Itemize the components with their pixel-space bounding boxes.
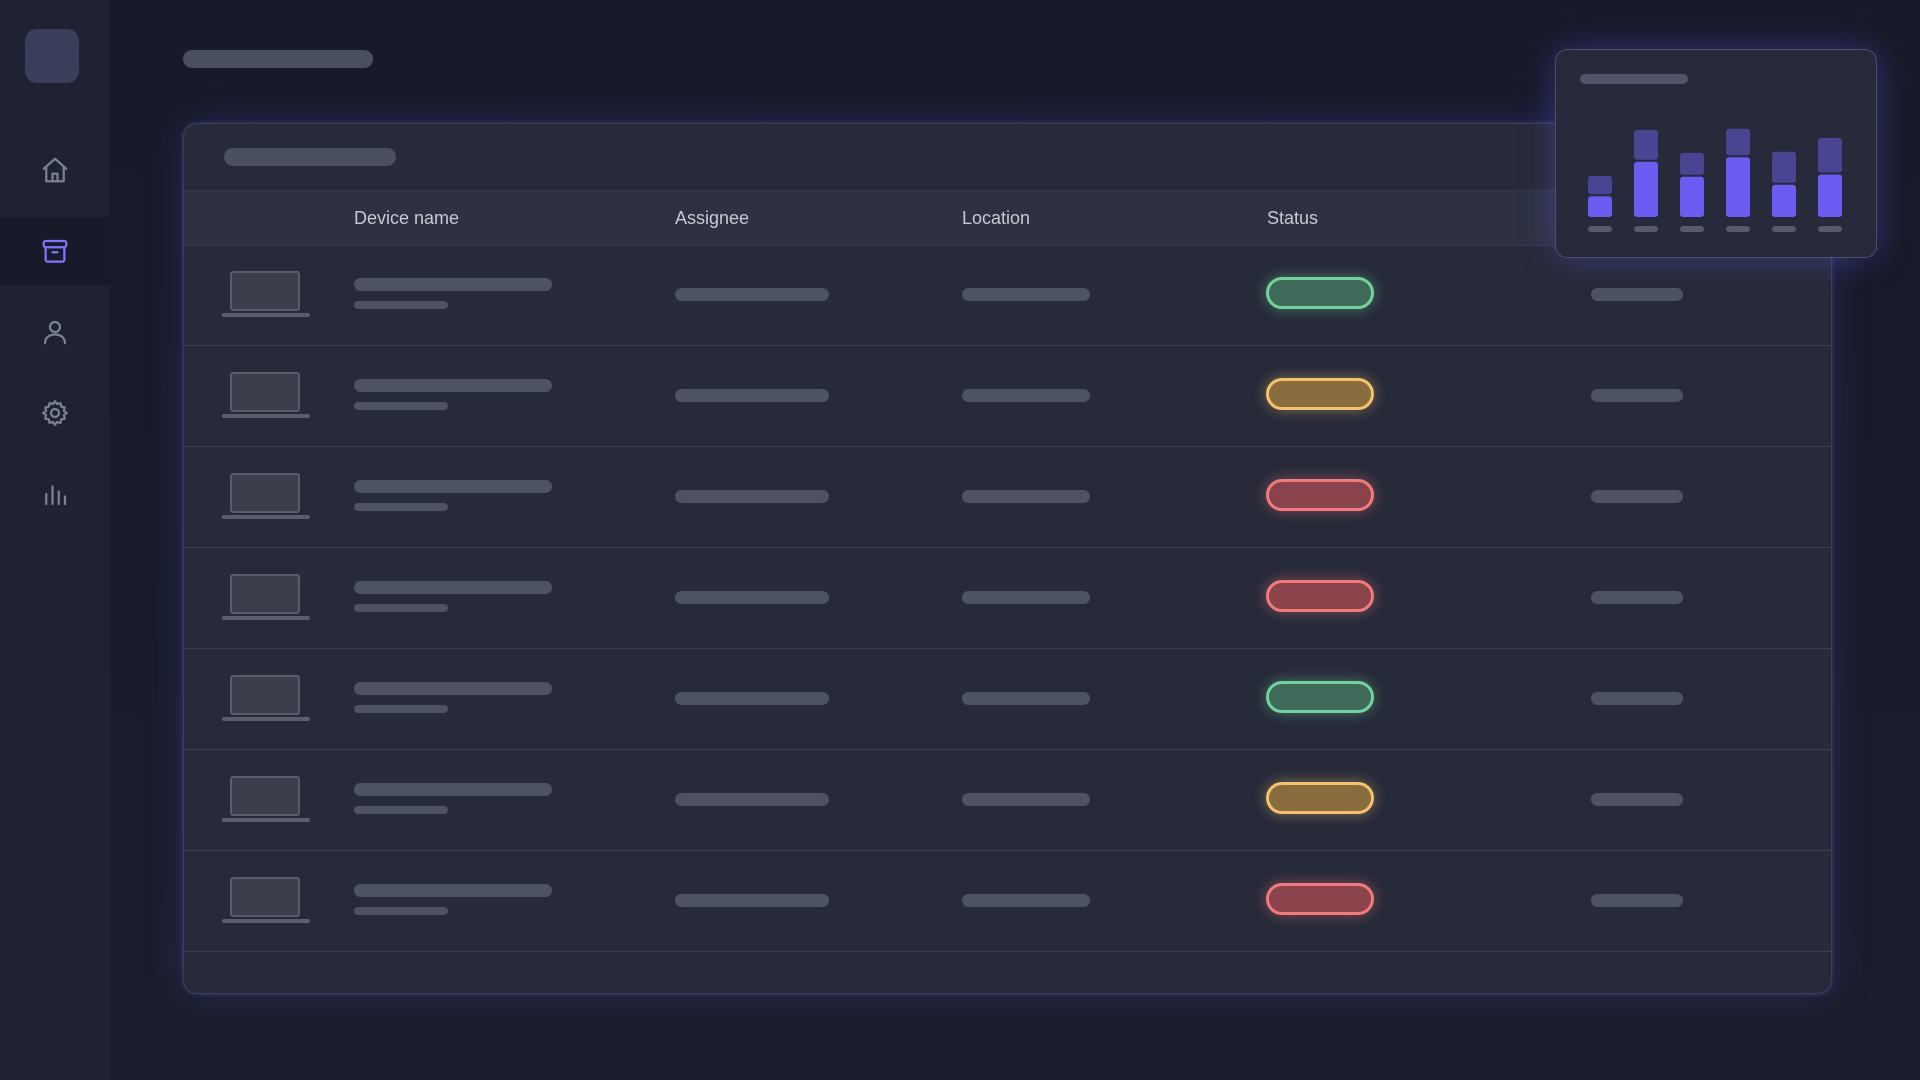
laptop-icon — [222, 271, 312, 319]
device-name-placeholder — [354, 480, 552, 493]
assignee-placeholder — [675, 288, 829, 301]
archive-box-icon — [42, 239, 68, 263]
table-row[interactable] — [184, 447, 1831, 548]
bar-chart — [1588, 128, 1842, 232]
sidebar-item-settings[interactable] — [0, 379, 110, 447]
extra-column-placeholder — [1591, 692, 1683, 705]
device-subtitle-placeholder — [354, 301, 448, 309]
chart-widget[interactable] — [1555, 49, 1877, 258]
status-badge-err — [1266, 479, 1374, 511]
location-placeholder — [962, 793, 1090, 806]
assignee-placeholder — [675, 389, 829, 402]
laptop-icon — [222, 473, 312, 521]
laptop-icon — [222, 372, 312, 420]
table-body — [184, 245, 1831, 952]
table-row[interactable] — [184, 346, 1831, 447]
gear-icon — [42, 400, 68, 426]
app-window: Device name Assignee Location Status — [0, 0, 1920, 1080]
column-header-location[interactable]: Location — [962, 191, 1030, 245]
laptop-icon — [222, 776, 312, 824]
table-row[interactable] — [184, 245, 1831, 346]
chart-bar-segment — [1772, 151, 1796, 183]
status-badge-warn — [1266, 378, 1374, 410]
page-title-placeholder — [183, 50, 373, 68]
chart-bar-segment — [1634, 161, 1658, 217]
sidebar — [0, 0, 110, 1080]
status-badge-err — [1266, 580, 1374, 612]
chart-tick-placeholder — [1588, 226, 1612, 232]
device-subtitle-placeholder — [354, 503, 448, 511]
location-placeholder — [962, 591, 1090, 604]
device-name-placeholder — [354, 884, 552, 897]
device-name-placeholder — [354, 581, 552, 594]
device-name-placeholder — [354, 682, 552, 695]
location-placeholder — [962, 389, 1090, 402]
chart-bar-segment — [1588, 175, 1612, 195]
device-name-placeholder — [354, 379, 552, 392]
laptop-icon — [222, 877, 312, 925]
sidebar-item-home[interactable] — [0, 136, 110, 204]
card-title-placeholder — [224, 148, 396, 166]
chart-bar-segment — [1588, 196, 1612, 217]
chart-tick-placeholder — [1726, 226, 1750, 232]
chart-tick-placeholder — [1818, 226, 1842, 232]
location-placeholder — [962, 490, 1090, 503]
assignee-placeholder — [675, 490, 829, 503]
device-name-placeholder — [354, 278, 552, 291]
app-logo[interactable] — [25, 29, 79, 83]
chart-bar-segment — [1726, 128, 1750, 156]
extra-column-placeholder — [1591, 288, 1683, 301]
sidebar-item-users[interactable] — [0, 298, 110, 366]
extra-column-placeholder — [1591, 591, 1683, 604]
assignee-placeholder — [675, 591, 829, 604]
status-badge-err — [1266, 883, 1374, 915]
chart-bar-segment — [1818, 174, 1842, 217]
column-header-status[interactable]: Status — [1267, 191, 1318, 245]
laptop-icon — [222, 675, 312, 723]
device-subtitle-placeholder — [354, 705, 448, 713]
assignee-placeholder — [675, 692, 829, 705]
chart-tick-placeholder — [1772, 226, 1796, 232]
sidebar-item-analytics[interactable] — [0, 460, 110, 528]
home-icon — [42, 157, 68, 183]
table-row[interactable] — [184, 851, 1831, 952]
chart-bar-segment — [1680, 152, 1704, 175]
device-subtitle-placeholder — [354, 806, 448, 814]
status-badge-ok — [1266, 277, 1374, 309]
chart-bar-segment — [1680, 176, 1704, 217]
location-placeholder — [962, 288, 1090, 301]
extra-column-placeholder — [1591, 389, 1683, 402]
table-row[interactable] — [184, 750, 1831, 851]
chart-tick-placeholder — [1634, 226, 1658, 232]
status-badge-ok — [1266, 681, 1374, 713]
chart-bar-segment — [1634, 129, 1658, 160]
device-subtitle-placeholder — [354, 604, 448, 612]
bar-chart-icon — [45, 485, 67, 506]
laptop-icon — [222, 574, 312, 622]
extra-column-placeholder — [1591, 793, 1683, 806]
device-name-placeholder — [354, 783, 552, 796]
column-header-device-name[interactable]: Device name — [354, 191, 459, 245]
table-row[interactable] — [184, 548, 1831, 649]
column-header-assignee[interactable]: Assignee — [675, 191, 749, 245]
table-row[interactable] — [184, 649, 1831, 750]
location-placeholder — [962, 692, 1090, 705]
assignee-placeholder — [675, 793, 829, 806]
assignee-placeholder — [675, 894, 829, 907]
user-icon — [43, 320, 67, 345]
chart-bar-segment — [1818, 137, 1842, 173]
location-placeholder — [962, 894, 1090, 907]
status-badge-warn — [1266, 782, 1374, 814]
chart-bar-segment — [1772, 184, 1796, 217]
sidebar-item-devices[interactable] — [0, 217, 110, 285]
chart-bar-segment — [1726, 157, 1750, 217]
device-subtitle-placeholder — [354, 907, 448, 915]
chart-tick-placeholder — [1680, 226, 1704, 232]
device-subtitle-placeholder — [354, 402, 448, 410]
extra-column-placeholder — [1591, 490, 1683, 503]
extra-column-placeholder — [1591, 894, 1683, 907]
